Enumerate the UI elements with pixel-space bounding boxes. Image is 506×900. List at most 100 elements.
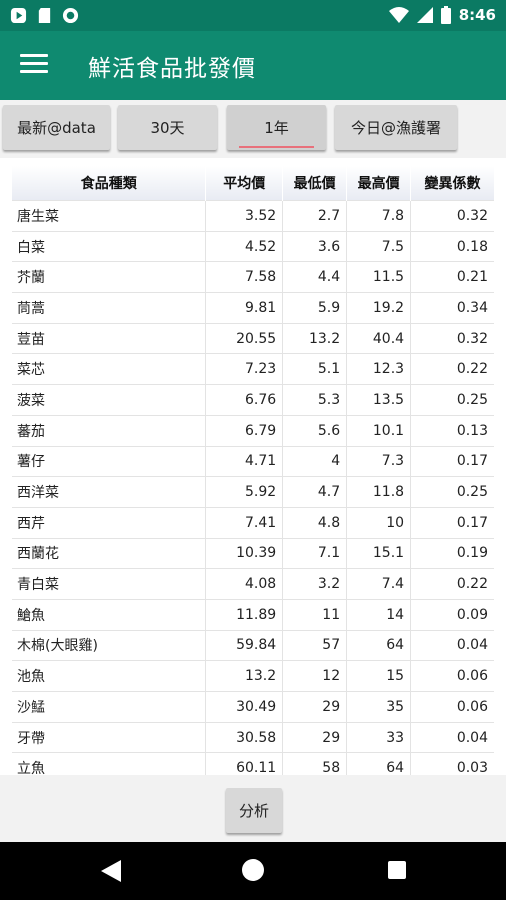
cell-average-price: 7.23: [205, 353, 284, 385]
cell-max-price: 7.8: [346, 200, 412, 232]
cell-min-price: 5.3: [282, 384, 348, 416]
table-row[interactable]: 唐生菜 3.52 2.7 7.8 0.32: [12, 200, 494, 232]
cell-food-type: 菠菜: [12, 384, 207, 416]
cell-min-price: 3.6: [282, 230, 348, 262]
table-row[interactable]: 西芹 7.41 4.8 10 0.17: [12, 506, 494, 539]
cell-max-price: 14: [346, 598, 412, 631]
cell-food-type: 木棉(大眼雞): [12, 629, 207, 661]
cell-average-price: 4.71: [205, 445, 284, 477]
tab-30-days[interactable]: 30天: [118, 105, 217, 150]
menu-icon[interactable]: [17, 51, 51, 81]
cell-average-price: 5.92: [205, 476, 284, 508]
table-row[interactable]: 䱽魚 11.89 11 14 0.09: [12, 598, 494, 631]
tab-today-afcd[interactable]: 今日@漁護署: [335, 105, 457, 150]
cell-food-type: 西洋菜: [12, 476, 207, 508]
price-table-container[interactable]: 食品種類 平均價 最低價 最高價 變異係數 唐生菜 3.52 2.7 7.8 0.32 白…: [0, 158, 506, 775]
cell-food-type: 沙鯭: [12, 691, 207, 723]
cell-coefficient: 0.19: [410, 537, 494, 569]
cell-coefficient: 0.22: [410, 353, 494, 385]
app-notification-icon: [10, 7, 27, 24]
table-row[interactable]: 青白菜 4.08 3.2 7.4 0.22: [12, 568, 494, 600]
table-row[interactable]: 牙帶 30.58 29 33 0.04: [12, 721, 494, 753]
table-row[interactable]: 茼蒿 9.81 5.9 19.2 0.34: [12, 292, 494, 324]
cell-average-price: 13.2: [205, 660, 284, 692]
cell-min-price: 7.1: [282, 537, 348, 569]
cell-coefficient: 0.09: [410, 598, 494, 631]
table-row[interactable]: 西洋菜 5.92 4.7 11.8 0.25: [12, 476, 494, 508]
header-min-price[interactable]: 最低價: [282, 166, 348, 201]
table-row[interactable]: 芥蘭 7.58 4.4 11.5 0.21: [12, 261, 494, 293]
cell-food-type: 牙帶: [12, 721, 207, 753]
cell-min-price: 4.7: [282, 476, 348, 508]
table-row[interactable]: 菜芯 7.23 5.1 12.3 0.22: [12, 353, 494, 385]
table-row[interactable]: 菠菜 6.76 5.3 13.5 0.25: [12, 384, 494, 416]
cell-food-type: 西芹: [12, 506, 207, 539]
cell-max-price: 15.1: [346, 537, 412, 569]
record-icon: [62, 7, 79, 24]
tab-latest[interactable]: 最新@data: [3, 105, 110, 150]
cell-coefficient: 0.21: [410, 261, 494, 293]
table-row[interactable]: 荳苗 20.55 13.2 40.4 0.32: [12, 322, 494, 354]
table-row[interactable]: 池魚 13.2 12 15 0.06: [12, 660, 494, 692]
cell-coefficient: 0.04: [410, 721, 494, 753]
table-row[interactable]: 西蘭花 10.39 7.1 15.1 0.19: [12, 537, 494, 569]
cell-max-price: 7.5: [346, 230, 412, 262]
analyze-button[interactable]: 分析: [226, 788, 282, 833]
cell-min-price: 2.7: [282, 200, 348, 232]
bottom-bar: 分析: [0, 775, 506, 842]
cell-min-price: 4.8: [282, 506, 348, 539]
cell-average-price: 60.11: [205, 752, 284, 775]
table-row[interactable]: 沙鯭 30.49 29 35 0.06: [12, 691, 494, 723]
table-row[interactable]: 薯仔 4.71 4 7.3 0.17: [12, 445, 494, 477]
cell-min-price: 11: [282, 598, 348, 631]
cell-min-price: 29: [282, 691, 348, 723]
back-icon[interactable]: [101, 860, 121, 882]
header-coefficient-of-variation[interactable]: 變異係數: [410, 166, 494, 201]
app-title: 鮮活食品批發價: [88, 56, 256, 82]
cell-min-price: 12: [282, 660, 348, 692]
cell-max-price: 11.8: [346, 476, 412, 508]
cell-food-type: 池魚: [12, 660, 207, 692]
cell-food-type: 菜芯: [12, 353, 207, 385]
price-table: 食品種類 平均價 最低價 最高價 變異係數 唐生菜 3.52 2.7 7.8 0.32 白…: [12, 166, 494, 775]
header-food-type[interactable]: 食品種類: [12, 166, 207, 201]
status-bar: 8:46: [0, 0, 506, 31]
cell-max-price: 11.5: [346, 261, 412, 293]
cell-food-type: 茼蒿: [12, 292, 207, 324]
table-row[interactable]: 白菜 4.52 3.6 7.5 0.18: [12, 230, 494, 262]
cell-max-price: 10: [346, 506, 412, 539]
header-average-price[interactable]: 平均價: [205, 166, 284, 201]
battery-icon: [440, 6, 451, 24]
cell-food-type: 白菜: [12, 230, 207, 262]
table-body: 唐生菜 3.52 2.7 7.8 0.32 白菜 4.52 3.6 7.5 0.18 芥蘭 7.58 4…: [12, 200, 494, 775]
cell-coefficient: 0.32: [410, 200, 494, 232]
cell-coefficient: 0.18: [410, 230, 494, 262]
sd-card-icon: [38, 7, 51, 24]
tab-1-year[interactable]: 1年: [227, 105, 326, 150]
cell-average-price: 7.58: [205, 261, 284, 293]
cell-min-price: 13.2: [282, 322, 348, 354]
cell-coefficient: 0.06: [410, 660, 494, 692]
cell-min-price: 58: [282, 752, 348, 775]
recent-apps-icon[interactable]: [388, 861, 406, 879]
cell-max-price: 33: [346, 721, 412, 753]
cell-min-price: 29: [282, 721, 348, 753]
signal-icon: [416, 7, 433, 23]
table-header-row: 食品種類 平均價 最低價 最高價 變異係數: [12, 166, 494, 201]
cell-food-type: 立魚: [12, 752, 207, 775]
cell-max-price: 35: [346, 691, 412, 723]
table-row[interactable]: 立魚 60.11 58 64 0.03: [12, 752, 494, 775]
cell-min-price: 5.6: [282, 414, 348, 446]
header-max-price[interactable]: 最高價: [346, 166, 412, 201]
navigation-bar: [0, 842, 506, 900]
table-row[interactable]: 木棉(大眼雞) 59.84 57 64 0.04: [12, 629, 494, 661]
cell-average-price: 10.39: [205, 537, 284, 569]
cell-min-price: 57: [282, 629, 348, 661]
cell-food-type: 唐生菜: [12, 200, 207, 232]
cell-average-price: 59.84: [205, 629, 284, 661]
cell-coefficient: 0.03: [410, 752, 494, 775]
cell-average-price: 20.55: [205, 322, 284, 354]
home-icon[interactable]: [242, 859, 264, 881]
cell-food-type: 西蘭花: [12, 537, 207, 569]
table-row[interactable]: 蕃茄 6.79 5.6 10.1 0.13: [12, 414, 494, 446]
